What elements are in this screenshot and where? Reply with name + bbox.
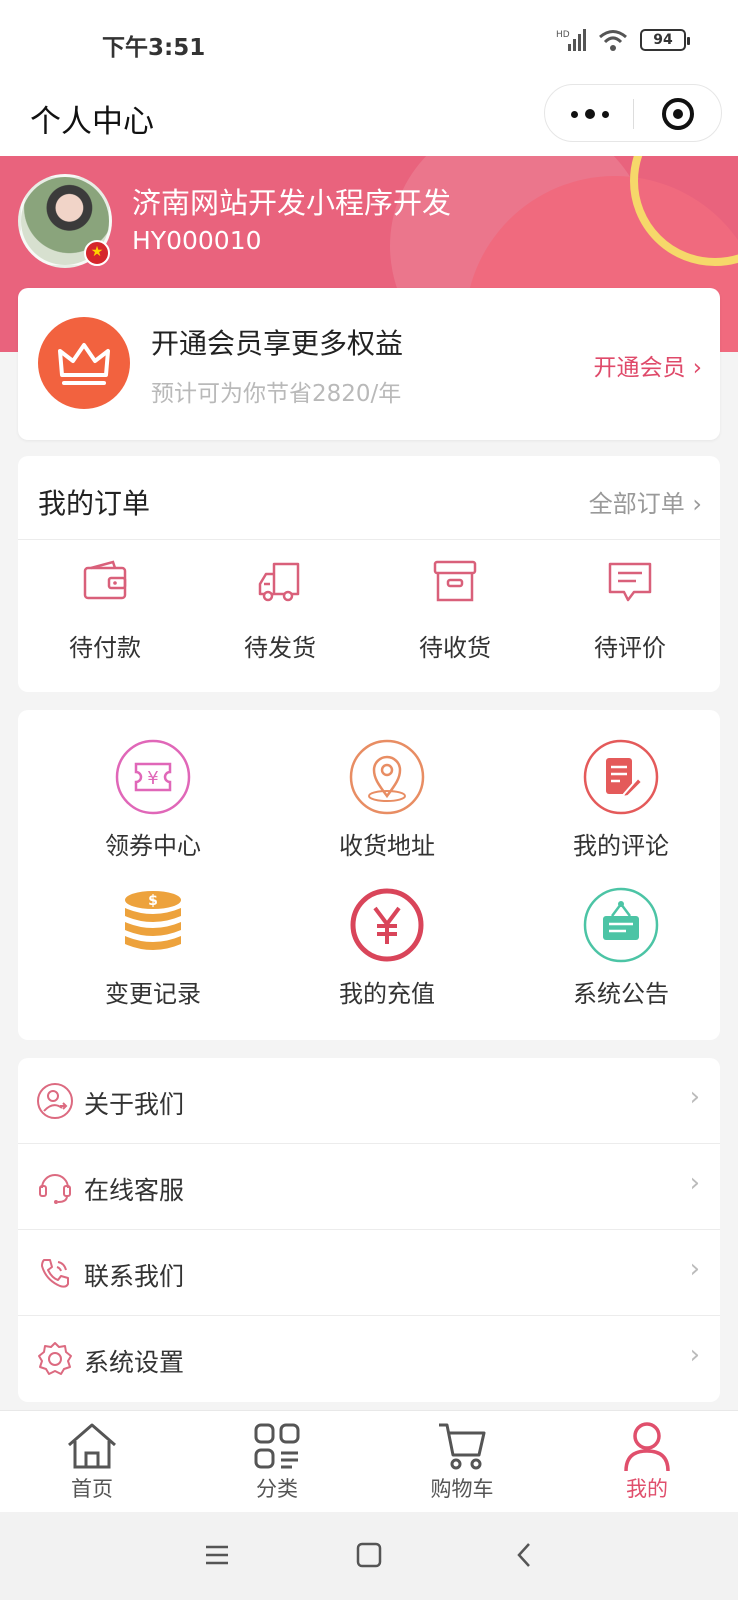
mini-program-capsule [544,84,722,142]
user-info-icon [37,1083,73,1119]
tool-my-recharge[interactable]: 我的充值 [312,886,462,1016]
tool-shipping-address[interactable]: 收货地址 [312,738,462,868]
home-icon [68,1423,116,1469]
vip-title: 开通会员享更多权益 [151,327,404,360]
tab-category[interactable]: 分类 [222,1419,332,1509]
status-time: 下午3:51 [102,35,206,61]
edit-icon [583,739,659,815]
tool-my-comments[interactable]: 我的评论 [546,738,696,868]
network-label: HD [556,30,570,40]
phone-icon [41,1259,69,1288]
open-vip-link[interactable]: 开通会员 › [593,348,702,382]
order-status-to-ship[interactable]: 待发货 [215,556,345,676]
orders-title: 我的订单 [38,487,151,520]
more-dot-icon [585,109,595,119]
tool-label: 变更记录 [105,980,201,1008]
tool-label: 系统公告 [573,980,669,1008]
tool-change-records[interactable]: $ 变更记录 [78,886,228,1016]
coins-icon: $ [125,891,181,950]
menu-item-label: 联系我们 [84,1262,185,1291]
menu-item-label: 系统设置 [84,1348,185,1377]
yuan-icon [350,888,424,962]
signal-icon: HD [556,29,586,51]
tab-label: 分类 [256,1477,298,1501]
comment-icon [608,562,652,602]
order-status-label: 待评价 [594,634,666,662]
svg-text:¥: ¥ [147,768,158,789]
flag-badge-icon: ★ [84,240,110,266]
status-bar: 下午3:51 HD 94 [0,0,738,82]
coupon-icon: ¥ [115,739,191,815]
close-program-button[interactable] [662,98,694,130]
home-square-icon[interactable] [354,1540,384,1570]
wallet-icon [83,560,127,600]
tab-label: 购物车 [430,1477,494,1501]
page-title: 个人中心 [30,104,154,140]
tool-label: 领券中心 [105,832,201,860]
order-status-to-review[interactable]: 待评价 [565,556,695,676]
system-navigation-bar [0,1512,738,1600]
notice-icon [583,887,659,963]
vip-promo-card[interactable]: 开通会员享更多权益 预计可为你节省2820/年 开通会员 › [18,288,720,440]
tools-grid-card: ¥ 领券中心 收货地址 我的评论 $ 变更记录 我的充值 系统公告 [18,710,720,1040]
crown-icon [38,317,130,409]
chevron-right-icon: › [689,1082,700,1112]
member-id: HY000010 [132,226,262,255]
chevron-right-icon: › [689,1168,700,1198]
truck-icon [258,562,300,602]
tool-coupon-center[interactable]: ¥ 领券中心 [78,738,228,868]
chevron-right-icon: › [689,1254,700,1284]
menu-item-about-us[interactable]: 关于我们 › [18,1058,720,1144]
status-icons: HD 94 [556,28,690,52]
tab-label: 首页 [71,1477,113,1501]
user-icon [624,1422,670,1472]
back-icon[interactable] [510,1540,540,1570]
more-dot-icon [571,110,578,118]
tool-label: 收货地址 [339,832,435,860]
menu-item-label: 在线客服 [84,1176,185,1205]
tool-system-notice[interactable]: 系统公告 [546,886,696,1016]
tab-label: 我的 [626,1477,668,1501]
cart-icon [439,1423,486,1470]
box-icon [433,560,477,602]
category-icon [254,1423,300,1469]
order-status-pending-payment[interactable]: 待付款 [40,556,170,676]
battery-indicator: 94 [640,29,690,51]
wifi-icon [599,30,627,51]
chevron-right-icon: › [689,1340,700,1370]
tool-label: 我的充值 [339,980,435,1008]
settings-menu-card: 关于我们 › 在线客服 › 联系我们 › 系统设置 › [18,1058,720,1402]
menu-item-system-settings[interactable]: 系统设置 › [18,1316,720,1402]
tool-label: 我的评论 [573,832,669,860]
order-status-to-receive[interactable]: 待收货 [390,556,520,676]
more-menu-button[interactable] [565,95,615,133]
menu-icon[interactable] [202,1540,232,1570]
tab-mine[interactable]: 我的 [592,1419,702,1509]
tab-home[interactable]: 首页 [37,1419,147,1509]
order-status-label: 待收货 [419,634,491,662]
menu-item-label: 关于我们 [84,1090,185,1119]
nav-bar: 个人中心 [0,82,738,156]
svg-text:$: $ [148,893,158,909]
orders-card: 我的订单 全部订单 › 待付款 待发货 待收货 待评价 [18,456,720,692]
location-icon [349,739,425,815]
order-status-label: 待付款 [69,634,141,662]
menu-item-online-support[interactable]: 在线客服 › [18,1144,720,1230]
order-status-label: 待发货 [244,634,316,662]
all-orders-link[interactable]: 全部订单 › [589,484,702,519]
vip-subtitle: 预计可为你节省2820/年 [151,381,402,407]
orders-header: 我的订单 全部订单 › [18,456,720,540]
user-name: 济南网站开发小程序开发 [132,186,452,220]
settings-icon [38,1342,72,1375]
tab-cart[interactable]: 购物车 [407,1419,517,1509]
capsule-divider [633,99,634,129]
bottom-tab-bar: 首页 分类 购物车 我的 [0,1410,738,1512]
more-dot-icon [602,110,609,118]
menu-item-contact-us[interactable]: 联系我们 › [18,1230,720,1316]
headset-icon [39,1174,71,1204]
